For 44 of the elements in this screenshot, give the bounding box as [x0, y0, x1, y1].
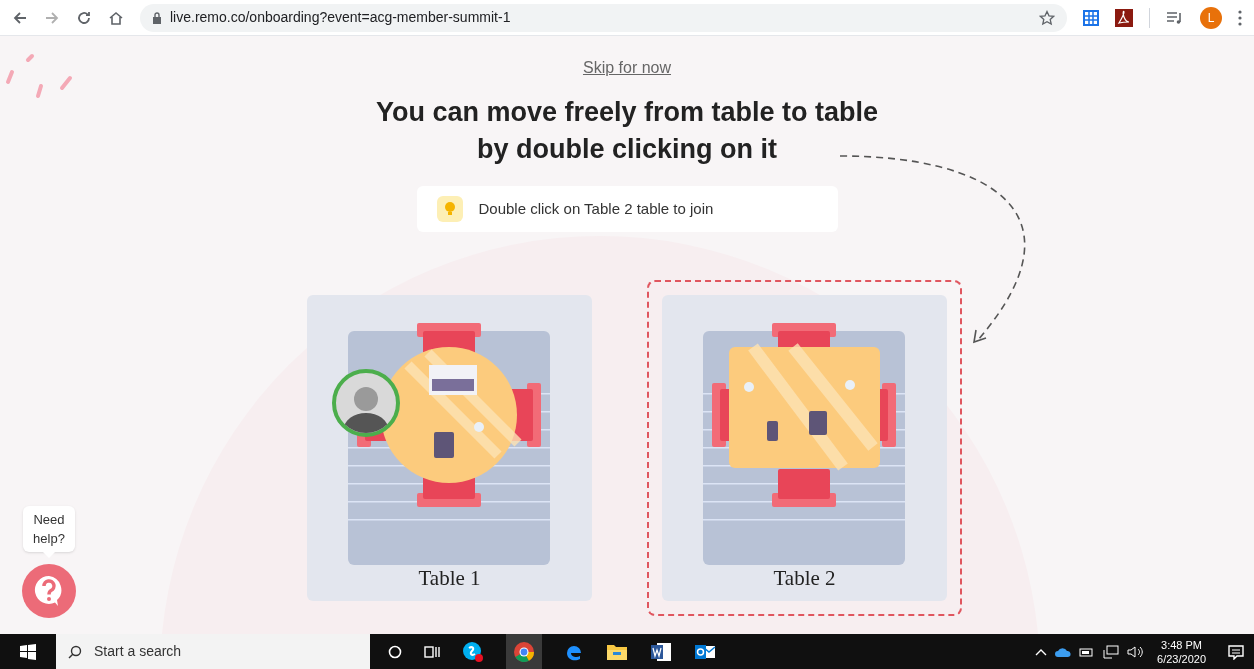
heading-text: by double clicking on it — [477, 133, 777, 166]
network-icon[interactable] — [1103, 644, 1120, 659]
notification-icon[interactable] — [1228, 643, 1244, 660]
chrome-icon[interactable] — [506, 634, 542, 669]
back-icon[interactable] — [12, 9, 28, 26]
table-label: Table 1 — [418, 565, 481, 592]
lightbulb-icon — [436, 196, 463, 222]
cloud-icon[interactable] — [1055, 646, 1072, 657]
home-icon[interactable] — [108, 9, 124, 26]
help-button[interactable] — [22, 564, 76, 618]
url-text: live.remo.co/onboarding?event=acg-member-summit-1 — [170, 8, 512, 27]
task-view-icon[interactable] — [424, 644, 440, 659]
table-label: Table 2 — [773, 565, 836, 592]
table-card[interactable]: Table 1 — [307, 295, 592, 601]
taskbar-search-field[interactable]: Start a search — [56, 634, 370, 669]
skip-link[interactable]: Skip for now — [582, 56, 671, 80]
question-bubble-icon — [34, 575, 64, 607]
star-icon[interactable] — [1039, 9, 1055, 26]
folder-icon[interactable] — [606, 642, 628, 661]
playlist-icon[interactable] — [1166, 10, 1184, 25]
address-bar[interactable]: live.remo.co/onboarding?event=acg-member-summit-1 — [140, 3, 1067, 32]
speaker-icon[interactable] — [1127, 644, 1146, 659]
help-tooltip: Need help? — [23, 506, 75, 552]
clock[interactable]: 3:48 PM 6/23/2020 — [1157, 637, 1206, 666]
chevron-up-icon[interactable] — [1035, 647, 1048, 656]
cortana-icon[interactable] — [388, 644, 402, 659]
search-icon — [68, 644, 82, 659]
attendee-avatar[interactable] — [332, 369, 400, 437]
hint-text: Double click on Table 2 table to join — [478, 198, 714, 219]
tooltip-tail — [43, 552, 55, 558]
battery-icon[interactable] — [1079, 645, 1096, 658]
reload-icon[interactable] — [76, 9, 92, 26]
windows-start-icon[interactable] — [20, 643, 36, 660]
table-card[interactable]: Table 2 — [662, 295, 947, 601]
date-text: 6/23/2020 — [1157, 651, 1206, 666]
heading-text: You can move freely from table to table — [375, 96, 879, 129]
time-text: 3:48 PM — [1161, 637, 1202, 652]
word-icon[interactable] — [650, 641, 672, 662]
grid-icon[interactable] — [1083, 9, 1099, 26]
skype-icon[interactable] — [462, 640, 484, 663]
menu-icon[interactable] — [1238, 9, 1242, 26]
pdf-icon[interactable] — [1115, 8, 1133, 27]
search-placeholder: Start a search — [94, 642, 182, 661]
lock-icon — [152, 11, 162, 24]
